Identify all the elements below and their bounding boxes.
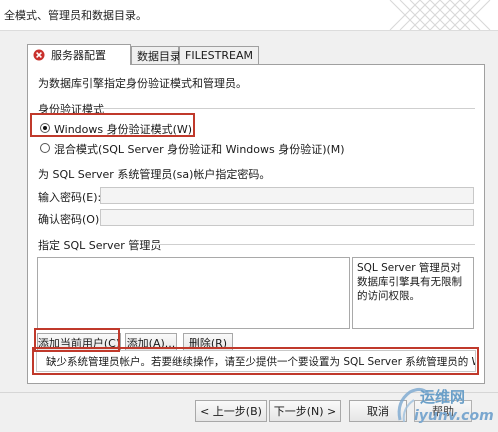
radio-mixed-label: 混合模式(SQL Server 身份验证和 Windows 身份验证)(M) bbox=[54, 143, 345, 156]
group-divider bbox=[100, 108, 475, 109]
radio-button[interactable] bbox=[40, 143, 50, 153]
tab-data-directories[interactable]: 数据目录 bbox=[131, 46, 181, 64]
header-description: 全模式、管理员和数据目录。 bbox=[4, 9, 147, 22]
radio-windows-auth[interactable]: Windows 身份验证模式(W) bbox=[37, 120, 207, 136]
tab-filestream[interactable]: FILESTREAM bbox=[179, 46, 259, 64]
back-button[interactable]: < 上一步(B) bbox=[195, 400, 267, 422]
tab-server-config[interactable]: 服务器配置 bbox=[27, 44, 131, 65]
tab-label: FILESTREAM bbox=[185, 49, 253, 62]
validation-error-bar: 缺少系统管理员帐户。若要继续操作，请至少提供一个要设置为 SQL Server … bbox=[36, 350, 476, 372]
auth-mode-group-label: 身份验证模式 bbox=[38, 103, 104, 116]
radio-mixed-auth[interactable]: 混合模式(SQL Server 身份验证和 Windows 身份验证)(M) bbox=[37, 140, 345, 156]
admins-description: SQL Server 管理员对数据库引擎具有无限制的访问权限。 bbox=[352, 257, 474, 329]
sa-password-hint: 为 SQL Server 系统管理员(sa)帐户指定密码。 bbox=[38, 168, 271, 181]
next-button[interactable]: 下一步(N) > bbox=[269, 400, 341, 422]
header-decoration bbox=[389, 0, 491, 30]
group-divider bbox=[152, 244, 475, 245]
password-field[interactable] bbox=[100, 187, 474, 204]
tab-label: 服务器配置 bbox=[51, 49, 106, 62]
tab-label: 数据目录 bbox=[137, 49, 181, 63]
watermark-text: 运维网 bbox=[420, 388, 466, 406]
panel-intro: 为数据库引擎指定身份验证模式和管理员。 bbox=[38, 77, 247, 90]
admins-group-label: 指定 SQL Server 管理员 bbox=[38, 239, 162, 252]
radio-button-selected[interactable] bbox=[40, 123, 50, 133]
confirm-password-label: 确认密码(O): bbox=[38, 213, 103, 226]
error-icon bbox=[33, 49, 45, 61]
radio-windows-label: Windows 身份验证模式(W) bbox=[54, 123, 193, 136]
confirm-password-field[interactable] bbox=[100, 209, 474, 226]
watermark-url: iyunv.com bbox=[414, 408, 494, 424]
password-label: 输入密码(E): bbox=[38, 191, 102, 204]
admins-listbox[interactable] bbox=[37, 257, 350, 329]
error-message: 缺少系统管理员帐户。若要继续操作，请至少提供一个要设置为 SQL Server … bbox=[46, 355, 476, 368]
